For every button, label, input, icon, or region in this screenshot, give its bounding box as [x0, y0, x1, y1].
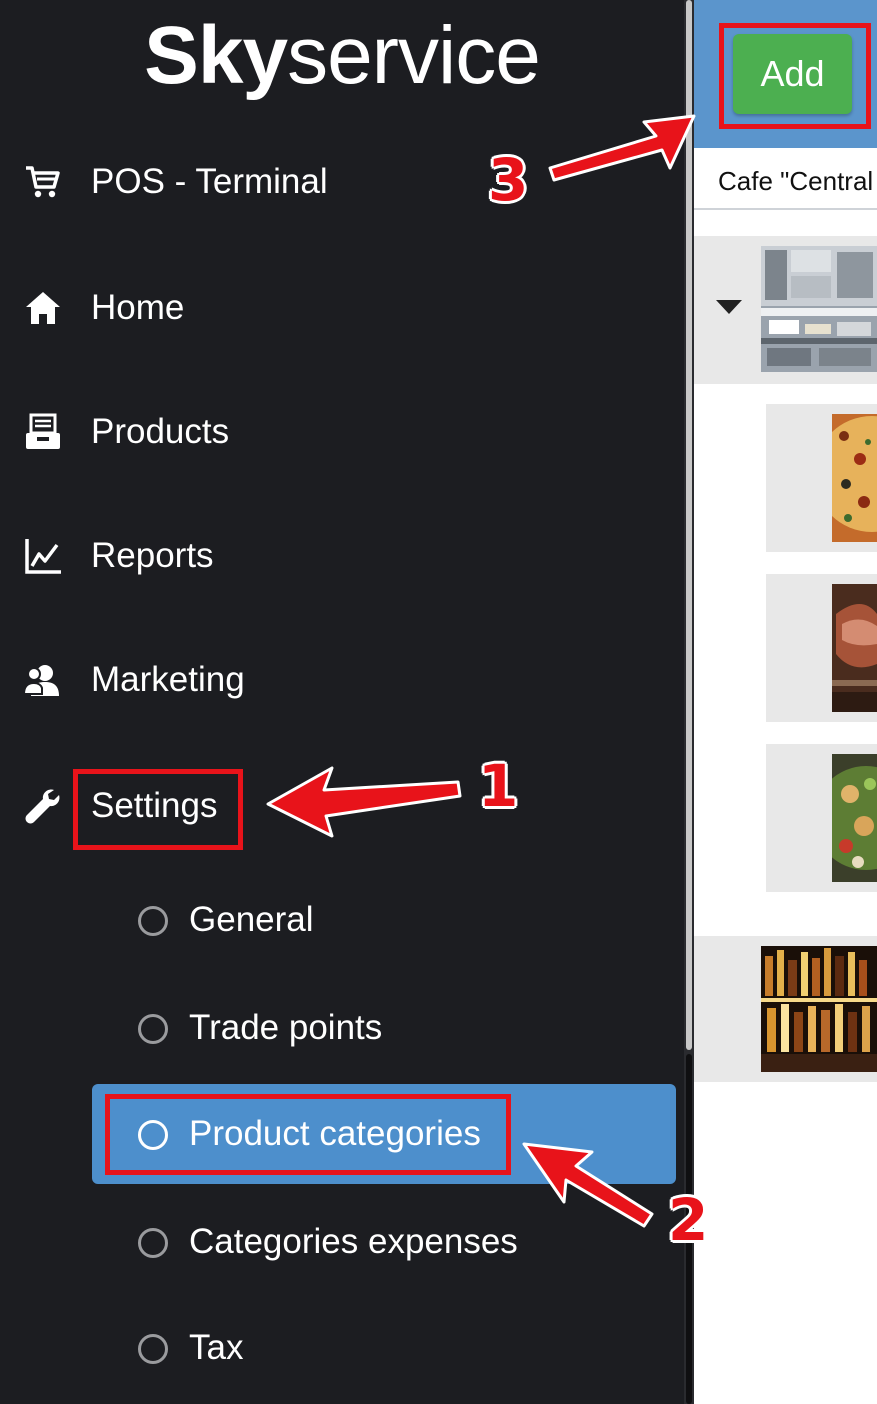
sidebar-item-label: Reports	[91, 536, 214, 575]
sidebar-scrollbar[interactable]	[684, 0, 694, 1404]
sidebar-item-label: POS - Terminal	[91, 162, 328, 201]
sidebar-item-products[interactable]: Products	[0, 392, 660, 472]
category-row[interactable]	[694, 236, 877, 384]
sidebar-subitem-label: Tax	[189, 1328, 244, 1367]
subcategory-image-pizza	[832, 414, 877, 542]
scrollbar-track-lower	[686, 1054, 692, 1404]
sidebar-subitem-label: Trade points	[189, 1008, 383, 1047]
category-row[interactable]	[694, 936, 877, 1082]
home-icon	[22, 287, 64, 329]
radio-circle-icon	[138, 1334, 168, 1364]
add-button[interactable]: Add	[733, 34, 852, 114]
sidebar-subitem-label: Categories expenses	[189, 1222, 518, 1261]
sidebar-item-label: Settings	[91, 786, 218, 825]
radio-circle-icon	[138, 906, 168, 936]
users-icon	[22, 659, 64, 701]
products-icon	[22, 411, 64, 453]
sidebar-item-settings[interactable]: Settings	[0, 766, 660, 846]
sidebar-subitem-label: Product categories	[189, 1114, 481, 1153]
main-content: Add Cafe "Central	[694, 0, 877, 1404]
sidebar-subitem-label: General	[189, 900, 314, 939]
sidebar-item-marketing[interactable]: Marketing	[0, 640, 660, 720]
category-image-kitchen	[761, 246, 877, 372]
radio-circle-icon	[138, 1120, 168, 1150]
sidebar-item-reports[interactable]: Reports	[0, 516, 660, 596]
logo-text-bold: Sky	[144, 10, 288, 101]
sidebar-subitem-tax[interactable]: Tax	[92, 1298, 676, 1398]
radio-circle-icon	[138, 1014, 168, 1044]
subcategory-image-steak	[832, 584, 877, 712]
sidebar: Skyservice POS - Terminal Home Products …	[0, 0, 684, 1404]
sidebar-subitem-trade-points[interactable]: Trade points	[92, 978, 676, 1078]
skyservice-logo[interactable]: Skyservice	[0, 10, 684, 102]
sidebar-subitem-product-categories[interactable]: Product categories	[92, 1084, 676, 1184]
subcategory-card[interactable]	[766, 574, 877, 722]
radio-circle-icon	[138, 1228, 168, 1258]
sidebar-item-label: Products	[91, 412, 230, 451]
sidebar-subitem-categories-expenses[interactable]: Categories expenses	[92, 1192, 676, 1292]
sidebar-subitem-general[interactable]: General	[92, 870, 676, 970]
category-image-bar	[761, 946, 877, 1072]
trade-point-select[interactable]: Cafe "Central	[694, 150, 877, 210]
toolbar: Add	[694, 0, 877, 148]
wrench-icon	[22, 785, 64, 827]
sidebar-item-pos-terminal[interactable]: POS - Terminal	[0, 142, 660, 222]
sidebar-item-label: Marketing	[91, 660, 245, 699]
cart-icon	[22, 161, 64, 203]
chart-icon	[22, 535, 64, 577]
subcategory-card[interactable]	[766, 404, 877, 552]
subcategory-image-salad	[832, 754, 877, 882]
sidebar-item-label: Home	[91, 288, 185, 327]
caret-down-icon[interactable]	[716, 300, 742, 314]
subcategory-card[interactable]	[766, 744, 877, 892]
sidebar-item-home[interactable]: Home	[0, 268, 660, 348]
logo-text-light: service	[287, 10, 541, 101]
scrollbar-thumb[interactable]	[686, 0, 692, 1050]
